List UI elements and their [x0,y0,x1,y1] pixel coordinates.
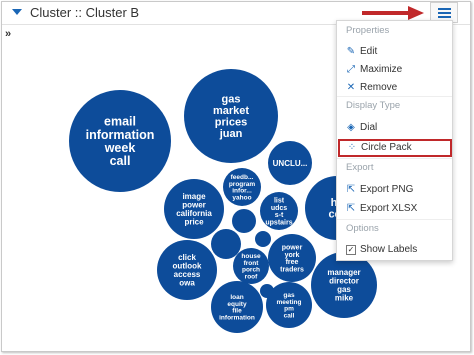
menu-item-edit[interactable]: ✎ Edit [337,43,452,61]
cluster-circle[interactable]: email information week call [69,90,171,192]
cluster-circle[interactable] [232,209,256,233]
menu-section-properties: Properties [346,25,390,36]
cluster-circle[interactable]: loan equity file information [211,281,263,333]
stack-icon: ◈ [347,122,355,133]
checkbox-icon[interactable]: ✓ [346,245,356,255]
cluster-circle[interactable] [255,231,271,247]
cluster-circle[interactable] [211,229,241,259]
menu-item-label: Export PNG [360,184,414,195]
menu-item-label: Show Labels [360,244,418,255]
close-icon: ✕ [346,82,356,93]
menu-section-display-type: Display Type [346,100,401,111]
circle-pack-icon: ⁘ [347,142,357,153]
cluster-circle-shape[interactable] [211,229,241,259]
cluster-circle[interactable]: image power california price [164,179,224,239]
pencil-icon: ✎ [346,46,356,57]
menu-divider [337,96,452,97]
menu-item-dial[interactable]: ◈ Dial [337,119,452,137]
menu-item-show-labels[interactable]: ✓ Show Labels [337,241,452,259]
menu-divider [337,219,452,220]
cluster-circle[interactable]: power york free traders [268,234,316,282]
menu-item-label: Dial [360,122,378,133]
menu-section-export: Export [346,162,374,173]
cluster-panel: Cluster :: Cluster B » email information w… [1,1,471,352]
cluster-circle[interactable]: house front porch roof [233,248,269,284]
menu-item-circle-pack[interactable]: ⁘ Circle Pack [338,139,452,157]
cluster-circle[interactable]: gas meeting pm call [266,282,312,328]
cluster-circle[interactable]: manager director gas mike [311,252,377,318]
maximize-icon: ⤢ [347,64,355,75]
cluster-circle[interactable]: feedb... program infor... yahoo [223,168,261,206]
cluster-circle[interactable]: UNCLU... [268,141,312,185]
menu-item-export-xlsx[interactable]: ⇱ Export XLSX [337,200,452,218]
cluster-label: UNCLU... [273,159,308,168]
cluster-circle[interactable]: click outlook access owa [157,240,217,300]
cluster-circle-shape[interactable] [255,231,271,247]
menu-item-label: Maximize [360,64,403,75]
menu-item-remove[interactable]: ✕ Remove [337,79,452,97]
options-dropdown-menu: Properties ✎ Edit ⤢ Maximize ✕ Remove Display T… [336,20,453,261]
menu-item-label: Export XLSX [360,203,418,214]
cluster-label: feedb... program infor... yahoo [229,174,256,201]
menu-item-label: Circle Pack [361,142,412,153]
cluster-circle[interactable]: gas market prices juan [184,69,278,163]
cluster-circle[interactable]: list udcs s-t upstairs [260,192,298,230]
menu-divider [337,158,452,159]
menu-item-label: Edit [360,46,378,57]
cluster-circle-shape[interactable] [232,209,256,233]
menu-item-label: Remove [360,82,398,93]
menu-section-options: Options [346,223,379,234]
menu-item-export-png[interactable]: ⇱ Export PNG [337,181,452,199]
menu-item-maximize[interactable]: ⤢ Maximize [337,61,452,79]
export-icon: ⇱ [346,184,356,195]
export-icon: ⇱ [346,203,356,214]
